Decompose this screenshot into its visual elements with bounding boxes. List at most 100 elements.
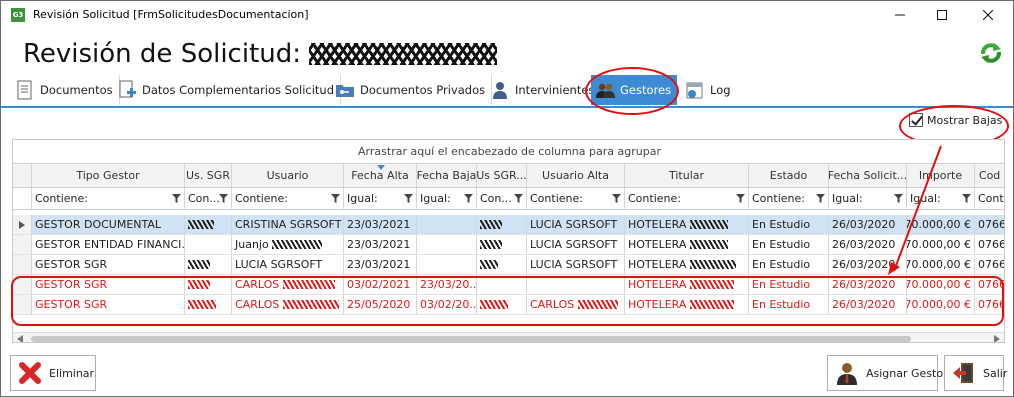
cell-us-sgr-alta[interactable]: [477, 235, 527, 254]
filter-cod[interactable]: Cont: [975, 188, 1004, 209]
cell-fecha-alta[interactable]: 23/03/2021: [344, 215, 417, 234]
filter-funnel-icon[interactable]: [172, 194, 181, 203]
cell-fecha-baja[interactable]: [417, 235, 477, 254]
tab-datos-complementarios[interactable]: Datos Complementarios Solicitud: [113, 75, 342, 105]
filter-usuario-alta[interactable]: Contiene:: [527, 188, 625, 209]
redacted-value: [272, 240, 323, 249]
filter-funnel-icon[interactable]: [736, 194, 745, 203]
filter-funnel-icon[interactable]: [219, 194, 228, 203]
filter-us-sgr[interactable]: Con...: [185, 188, 232, 209]
tab-documentos[interactable]: Documentos: [11, 75, 120, 105]
col-header-fecha-baja[interactable]: Fecha Baja: [417, 164, 477, 187]
cell-tipo-gestor[interactable]: GESTOR DOCUMENTAL: [32, 215, 185, 234]
filter-funnel-icon[interactable]: [816, 194, 825, 203]
filter-funnel-icon[interactable]: [331, 194, 340, 203]
col-header-fecha-solicitud[interactable]: Fecha Solicit...: [829, 164, 907, 187]
cell-estado[interactable]: En Estudio: [749, 255, 829, 274]
cell-fecha-solicitud[interactable]: 26/03/2020: [829, 235, 907, 254]
col-header-cod[interactable]: Cod F: [975, 164, 1004, 187]
maximize-button[interactable]: [919, 1, 964, 29]
filter-funnel-icon[interactable]: [962, 194, 971, 203]
close-button[interactable]: [965, 1, 1010, 29]
filter-fecha-baja[interactable]: Igual:: [417, 188, 477, 209]
tab-log[interactable]: Log: [681, 75, 737, 105]
col-header-tipo-gestor[interactable]: Tipo Gestor: [32, 164, 185, 187]
salir-button[interactable]: Salir: [944, 355, 1007, 391]
titular-text: HOTELERA: [628, 238, 687, 251]
users-icon: [596, 83, 615, 98]
filter-funnel-icon[interactable]: [464, 194, 473, 203]
eliminar-button[interactable]: Eliminar: [10, 355, 96, 391]
col-header-titular[interactable]: Titular: [625, 164, 749, 187]
filter-funnel-icon[interactable]: [514, 194, 523, 203]
cell-cod[interactable]: 07660: [975, 215, 1004, 234]
cell-fecha-solicitud[interactable]: 26/03/2020: [829, 215, 907, 234]
cell-cod[interactable]: 07660: [975, 255, 1004, 274]
cell-us-sgr[interactable]: [185, 215, 232, 234]
col-header-us-sgr[interactable]: Us. SGR: [185, 164, 232, 187]
cell-usuario-alta[interactable]: LUCIA SGRSOFT: [527, 235, 625, 254]
cell-usuario[interactable]: LUCIA SGRSOFT: [232, 255, 344, 274]
cell-fecha-baja[interactable]: [417, 215, 477, 234]
horizontal-scrollbar[interactable]: [13, 332, 1004, 343]
col-header-importe[interactable]: Importe: [907, 164, 975, 187]
cell-tipo-gestor[interactable]: GESTOR SGR: [32, 255, 185, 274]
scroll-left-icon[interactable]: [17, 335, 23, 343]
cell-titular[interactable]: HOTELERA: [625, 255, 749, 274]
tab-documentos-privados[interactable]: Documentos Privados: [331, 75, 493, 105]
tab-label: Documentos: [40, 83, 113, 97]
tab-gestores[interactable]: Gestores: [591, 75, 678, 105]
cell-usuario-alta[interactable]: LUCIA SGRSOFT: [527, 215, 625, 234]
asignar-gestor-button[interactable]: Asignar Gestor: [827, 355, 948, 391]
cell-tipo-gestor[interactable]: GESTOR ENTIDAD FINANCI...: [32, 235, 185, 254]
tab-intervinientes[interactable]: Intervinientes: [486, 75, 602, 105]
table-row[interactable]: GESTOR DOCUMENTAL CRISTINA SGRSOFT 23/03…: [13, 215, 1004, 235]
filter-funnel-icon[interactable]: [612, 194, 621, 203]
group-by-panel[interactable]: Arrastrar aquí el encabezado de columna …: [13, 140, 1004, 164]
filter-funnel-icon[interactable]: [894, 194, 903, 203]
cell-us-sgr[interactable]: [185, 255, 232, 274]
table-row[interactable]: GESTOR SGR LUCIA SGRSOFT 23/03/2021 LUCI…: [13, 255, 1004, 275]
cell-importe[interactable]: 70.000,00 €: [907, 255, 975, 274]
col-header-estado[interactable]: Estado: [749, 164, 829, 187]
cell-fecha-baja[interactable]: [417, 255, 477, 274]
cell-cod[interactable]: 07660: [975, 235, 1004, 254]
mostrar-bajas-checkbox[interactable]: Mostrar Bajas: [909, 113, 1002, 127]
filter-fecha-solicitud[interactable]: Igual:: [829, 188, 907, 209]
cell-usuario[interactable]: Juanjo: [232, 235, 344, 254]
cell-usuario-alta[interactable]: LUCIA SGRSOFT: [527, 255, 625, 274]
col-header-usuario[interactable]: Usuario: [232, 164, 344, 187]
filter-importe[interactable]: Igual:: [907, 188, 975, 209]
cell-estado[interactable]: En Estudio: [749, 235, 829, 254]
filter-estado[interactable]: Contiene:: [749, 188, 829, 209]
table-row[interactable]: GESTOR ENTIDAD FINANCI... Juanjo 23/03/2…: [13, 235, 1004, 255]
cell-titular[interactable]: HOTELERA: [625, 215, 749, 234]
mostrar-bajas-label: Mostrar Bajas: [927, 113, 1003, 127]
checkbox-checked-icon[interactable]: [909, 113, 923, 127]
minimize-button[interactable]: [877, 1, 922, 29]
filter-tipo-gestor[interactable]: Contiene:: [32, 188, 185, 209]
cell-importe[interactable]: 70.000,00 €: [907, 215, 975, 234]
cell-us-sgr-alta[interactable]: [477, 255, 527, 274]
filter-usuario[interactable]: Contiene:: [232, 188, 344, 209]
cell-fecha-alta[interactable]: 23/03/2021: [344, 235, 417, 254]
cell-usuario[interactable]: CRISTINA SGRSOFT: [232, 215, 344, 234]
filter-funnel-icon[interactable]: [404, 194, 413, 203]
cell-estado[interactable]: En Estudio: [749, 215, 829, 234]
refresh-icon[interactable]: [979, 41, 1003, 65]
cell-fecha-alta[interactable]: 23/03/2021: [344, 255, 417, 274]
filter-fecha-alta[interactable]: Igual:: [344, 188, 417, 209]
redacted-value: [689, 260, 736, 269]
cell-us-sgr-alta[interactable]: [477, 215, 527, 234]
cell-fecha-solicitud[interactable]: 26/03/2020: [829, 255, 907, 274]
col-header-usuario-alta[interactable]: Usuario Alta: [527, 164, 625, 187]
scroll-right-icon[interactable]: [994, 335, 1000, 343]
cell-us-sgr[interactable]: [185, 235, 232, 254]
col-header-us-sgr-alta[interactable]: Us SGR...: [477, 164, 527, 187]
filter-us-sgr-alta[interactable]: Con...: [477, 188, 527, 209]
tab-label: Gestores: [620, 83, 672, 97]
cell-titular[interactable]: HOTELERA: [625, 235, 749, 254]
cell-importe[interactable]: 70.000,00 €: [907, 235, 975, 254]
scrollbar-thumb[interactable]: [31, 336, 911, 342]
filter-titular[interactable]: Contiene:: [625, 188, 749, 209]
